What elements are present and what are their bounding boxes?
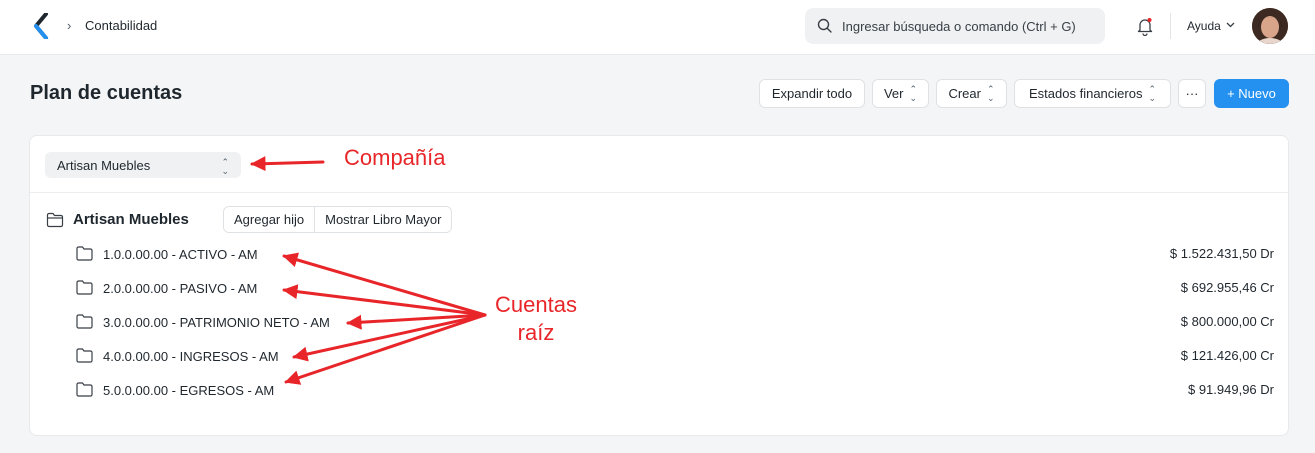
expand-all-label: Expandir todo	[771, 86, 853, 101]
account-row[interactable]: 3.0.0.00.00 - PATRIMONIO NETO - AM $ 800…	[30, 312, 1288, 334]
new-label: + Nuevo	[1227, 86, 1276, 101]
search-bar[interactable]: Ingresar búsqueda o comando (Ctrl + G)	[805, 8, 1105, 44]
new-button[interactable]: + Nuevo	[1214, 79, 1289, 108]
create-label: Crear	[948, 86, 981, 101]
company-select-value: Artisan Muebles	[57, 158, 151, 173]
help-menu[interactable]: Ayuda	[1187, 19, 1221, 33]
annotation-root-line1: Cuentas	[495, 292, 577, 317]
card-divider	[30, 192, 1288, 193]
account-name[interactable]: 1.0.0.00.00 - ACTIVO - AM	[103, 247, 258, 262]
show-ledger-button[interactable]: Mostrar Libro Mayor	[314, 207, 452, 232]
updown-chevron-icon: ⌃ ⌄	[986, 83, 995, 103]
folder-open-icon[interactable]	[46, 212, 64, 228]
account-name[interactable]: 3.0.0.00.00 - PATRIMONIO NETO - AM	[103, 315, 330, 330]
financial-statements-label: Estados financieros	[1029, 86, 1143, 101]
tree-root-name[interactable]: Artisan Muebles	[73, 211, 189, 228]
updown-chevron-icon: ⌃ ⌄	[909, 83, 918, 103]
account-balance: $ 692.955,46 Cr	[1180, 280, 1274, 295]
account-name[interactable]: 4.0.0.00.00 - INGRESOS - AM	[103, 349, 279, 364]
create-dropdown-button[interactable]: Crear ⌃ ⌄	[936, 79, 1007, 108]
folder-icon[interactable]	[76, 280, 93, 295]
updown-chevron-icon: ⌃ ⌄	[221, 157, 229, 176]
root-action-group: Agregar hijo Mostrar Libro Mayor	[223, 206, 453, 233]
search-placeholder: Ingresar búsqueda o comando (Ctrl + G)	[842, 19, 1076, 34]
account-row[interactable]: 5.0.0.00.00 - EGRESOS - AM $ 91.949,96 D…	[30, 380, 1288, 402]
account-balance: $ 800.000,00 Cr	[1180, 314, 1274, 329]
more-options-button[interactable]: ···	[1178, 79, 1206, 108]
user-avatar[interactable]	[1252, 8, 1288, 44]
app-logo-icon[interactable]	[32, 13, 52, 39]
avatar-photo-icon	[1252, 8, 1288, 44]
account-balance: $ 91.949,96 Dr	[1187, 382, 1274, 397]
page-title: Plan de cuentas	[30, 82, 183, 104]
add-child-button[interactable]: Agregar hijo	[224, 207, 315, 232]
top-navbar: › Contabilidad Ingresar búsqueda o coman…	[0, 0, 1315, 55]
folder-icon[interactable]	[76, 246, 93, 261]
account-row[interactable]: 1.0.0.00.00 - ACTIVO - AM $ 1.522.431,50…	[30, 244, 1288, 266]
breadcrumb-chevron-icon: ›	[67, 18, 72, 33]
updown-chevron-icon: ⌃ ⌄	[1148, 83, 1156, 103]
view-label: Ver	[883, 86, 904, 101]
annotation-root-line2: raíz	[517, 320, 555, 345]
search-icon	[817, 18, 832, 33]
chevron-down-icon[interactable]	[1226, 22, 1235, 28]
annotation-root-accounts: Cuentas raíz	[486, 291, 586, 347]
folder-icon[interactable]	[76, 382, 93, 397]
chart-of-accounts-card: Artisan Muebles ⌃ ⌄ Artisan Muebles Agreg…	[29, 135, 1289, 436]
more-dots-icon: ···	[1185, 86, 1199, 101]
financial-statements-dropdown-button[interactable]: Estados financieros ⌃ ⌄	[1014, 79, 1171, 108]
expand-all-button[interactable]: Expandir todo	[759, 79, 865, 108]
account-name[interactable]: 2.0.0.00.00 - PASIVO - AM	[103, 281, 257, 296]
notification-bell-icon[interactable]	[1136, 16, 1154, 36]
account-row[interactable]: 4.0.0.00.00 - INGRESOS - AM $ 121.426,00…	[30, 346, 1288, 368]
folder-icon[interactable]	[76, 314, 93, 329]
breadcrumb-contabilidad[interactable]: Contabilidad	[85, 18, 157, 33]
account-balance: $ 121.426,00 Cr	[1180, 348, 1274, 363]
annotation-company: Compañía	[344, 145, 446, 170]
folder-icon[interactable]	[76, 348, 93, 363]
account-row[interactable]: 2.0.0.00.00 - PASIVO - AM $ 692.955,46 C…	[30, 278, 1288, 300]
account-balance: $ 1.522.431,50 Dr	[1169, 246, 1274, 261]
view-dropdown-button[interactable]: Ver ⌃ ⌄	[872, 79, 929, 108]
account-name[interactable]: 5.0.0.00.00 - EGRESOS - AM	[103, 383, 274, 398]
company-select[interactable]: Artisan Muebles ⌃ ⌄	[45, 152, 241, 178]
navbar-divider	[1170, 13, 1171, 39]
